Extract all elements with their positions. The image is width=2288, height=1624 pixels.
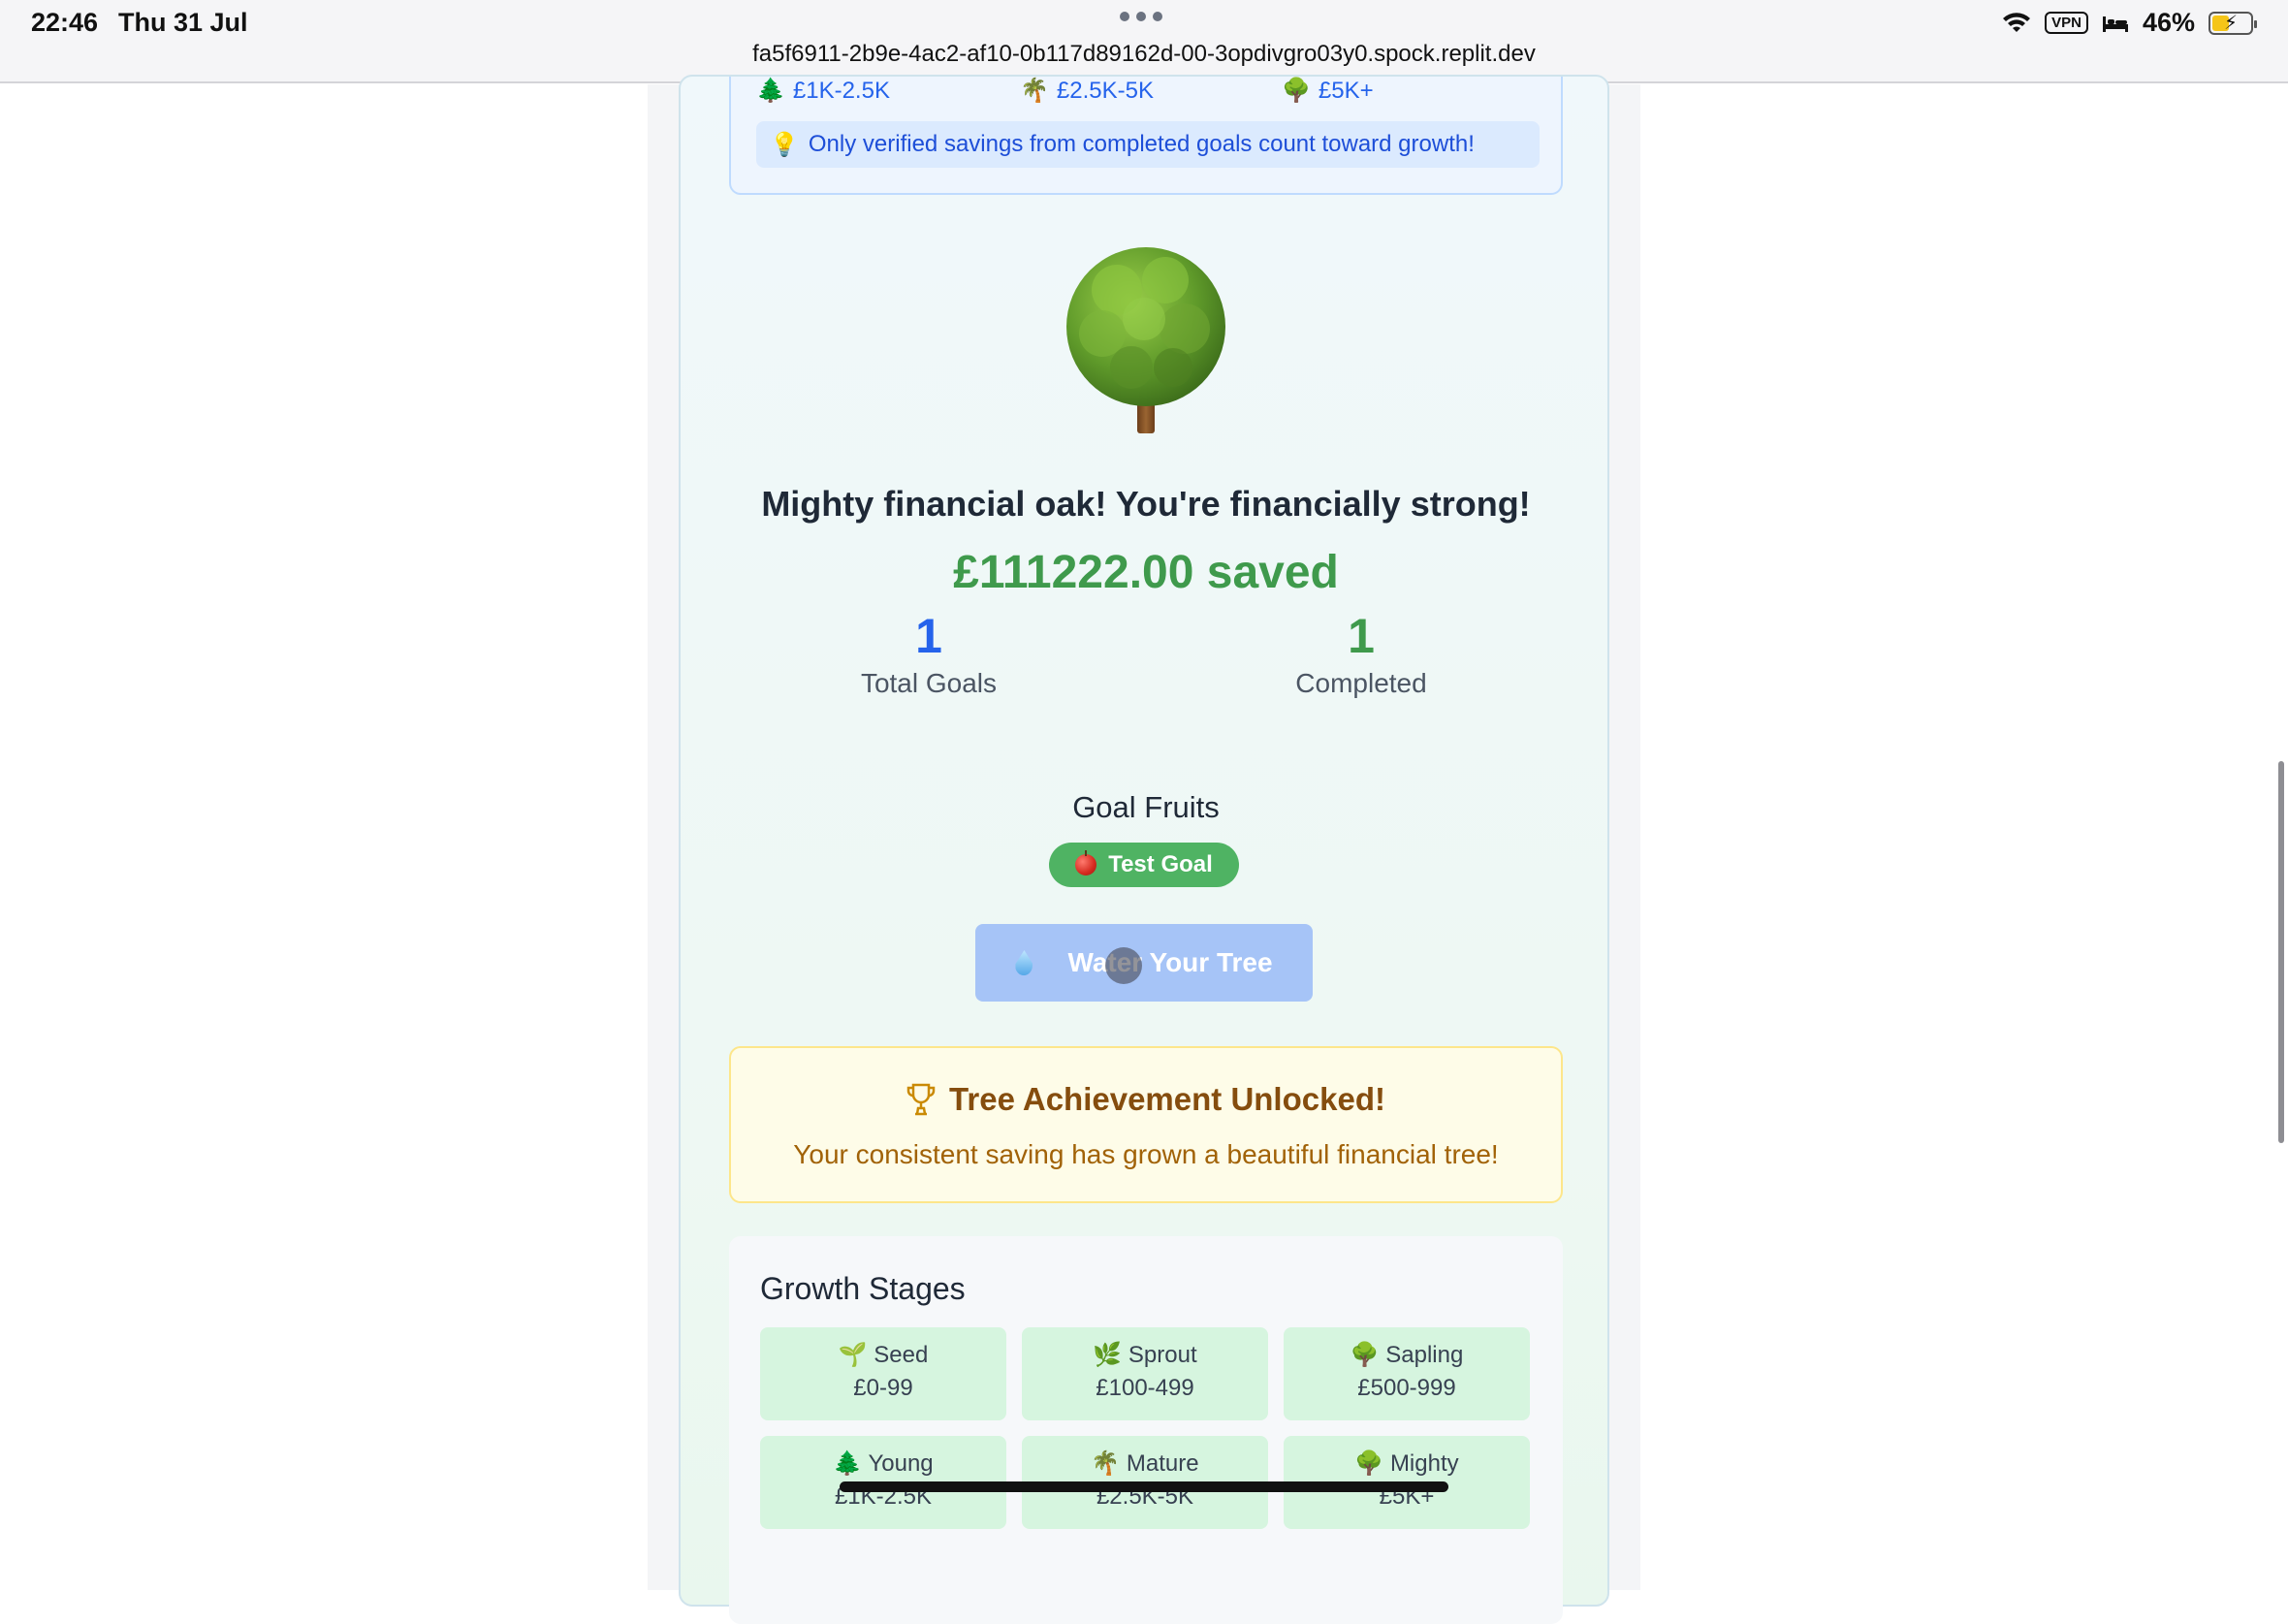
status-date: Thu 31 Jul — [118, 8, 248, 37]
stage-sprout: 🌿 Sprout £100-499 — [1022, 1327, 1268, 1420]
achievement-text: Your consistent saving has grown a beaut… — [793, 1139, 1499, 1169]
battery-icon: ⚡ — [2209, 11, 2257, 35]
stage-legend: 🌲 £1K-2.5K 🌴 £2.5K-5K 🌳 £5K+ — [756, 77, 1532, 115]
stage-range: £100-499 — [1096, 1375, 1194, 1401]
deciduous-tree-icon: 🌳 — [1350, 1342, 1380, 1368]
completed-goals-label: Completed — [1295, 668, 1427, 698]
growth-info-box: 🌲 £1K-2.5K 🌴 £2.5K-5K 🌳 £5K+ 💡 Only verifie… — [729, 77, 1563, 195]
sleep-bed-icon — [2102, 16, 2128, 32]
achievement-title: Tree Achievement Unlocked! — [949, 1081, 1385, 1117]
address-bar-url[interactable]: fa5f6911-2b9e-4ac2-af10-0b117d89162d-00-… — [0, 41, 2288, 68]
wifi-icon — [2003, 12, 2031, 32]
total-goals-value: 1 — [915, 609, 942, 663]
achievement-title-row: Tree Achievement Unlocked! — [731, 1081, 1561, 1118]
stage-name: Sprout — [1128, 1342, 1197, 1368]
status-time: 22:46 — [31, 8, 99, 37]
legend-item-young: 🌲 £1K-2.5K — [756, 77, 890, 105]
mighty-oak-tree-icon — [1059, 241, 1233, 435]
legend-item-mature: 🌴 £2.5K-5K — [1020, 77, 1154, 105]
completed-goals-value: 1 — [1348, 609, 1375, 663]
deciduous-tree-icon: 🌳 — [1282, 78, 1311, 104]
palm-tree-icon: 🌴 — [1091, 1450, 1121, 1477]
status-indicators: VPN 46% ⚡ — [2002, 8, 2257, 38]
legend-label: £1K-2.5K — [792, 78, 890, 104]
stage-name: Sapling — [1385, 1342, 1464, 1368]
legend-label: £5K+ — [1318, 78, 1374, 104]
stage-name: Mighty — [1389, 1450, 1459, 1477]
legend-item-mighty: 🌳 £5K+ — [1282, 77, 1374, 105]
legend-label: £2.5K-5K — [1056, 78, 1154, 104]
seedling-icon: 🌱 — [838, 1342, 868, 1368]
total-goals-label: Total Goals — [860, 668, 998, 698]
growth-stages-title: Growth Stages — [760, 1271, 966, 1306]
content-column: 🌲 £1K-2.5K 🌴 £2.5K-5K 🌳 £5K+ 💡 Only verifie… — [648, 75, 1640, 1624]
total-goals-stat: 1 Total Goals — [783, 608, 1074, 699]
achievement-banner: Tree Achievement Unlocked! Your consiste… — [729, 1046, 1563, 1203]
stage-range: £0-99 — [853, 1375, 913, 1401]
palm-tree-icon: 🌴 — [1020, 78, 1049, 104]
growth-stages-panel: Growth Stages 🌱 Seed £0-99 🌿 Sprout £100… — [729, 1236, 1563, 1624]
goal-fruit-badge[interactable]: Test Goal — [1049, 843, 1239, 887]
growth-tip: 💡 Only verified savings from completed g… — [756, 121, 1540, 168]
battery-percent: 46% — [2142, 8, 2195, 37]
page-viewport: 🌲 £1K-2.5K 🌴 £2.5K-5K 🌳 £5K+ 💡 Only verifie… — [0, 75, 2288, 1624]
evergreen-tree-icon: 🌲 — [833, 1450, 863, 1477]
stage-range: £500-999 — [1357, 1375, 1456, 1401]
more-options-icon[interactable] — [1120, 12, 1162, 21]
page-scrollbar[interactable] — [2278, 761, 2284, 1143]
deciduous-tree-icon: 🌳 — [1354, 1450, 1384, 1477]
stage-seed: 🌱 Seed £0-99 — [760, 1327, 1006, 1420]
water-tree-button[interactable]: Water Your Tree — [975, 924, 1313, 1002]
stage-name: Young — [868, 1450, 934, 1477]
trophy-icon — [906, 1083, 936, 1116]
tree-status-headline: Mighty financial oak! You're financially… — [761, 484, 1531, 524]
goal-fruits-title: Goal Fruits — [1072, 790, 1220, 824]
stage-name: Seed — [874, 1342, 929, 1368]
goal-fruit-label: Test Goal — [1108, 851, 1213, 877]
herb-icon: 🌿 — [1093, 1342, 1123, 1368]
total-saved-amount: £111222.00 saved — [953, 547, 1339, 598]
apple-icon — [1075, 850, 1097, 876]
vpn-badge: VPN — [2045, 12, 2088, 34]
home-indicator[interactable] — [840, 1481, 1448, 1492]
touch-indicator — [1105, 947, 1142, 984]
water-tree-label: Water Your Tree — [1067, 947, 1273, 977]
stage-name: Mature — [1126, 1450, 1199, 1477]
stage-sapling: 🌳 Sapling £500-999 — [1284, 1327, 1530, 1420]
financial-tree-card: 🌲 £1K-2.5K 🌴 £2.5K-5K 🌳 £5K+ 💡 Only verifie… — [679, 75, 1609, 1624]
water-drop-icon — [1015, 950, 1033, 975]
tip-text: Only verified savings from completed goa… — [808, 131, 1475, 157]
completed-goals-stat: 1 Completed — [1216, 608, 1507, 699]
status-bar: 22:46 Thu 31 Jul fa5f6911-2b9e-4ac2-af10… — [0, 0, 2288, 83]
evergreen-tree-icon: 🌲 — [756, 78, 785, 104]
lightbulb-icon: 💡 — [770, 131, 799, 158]
